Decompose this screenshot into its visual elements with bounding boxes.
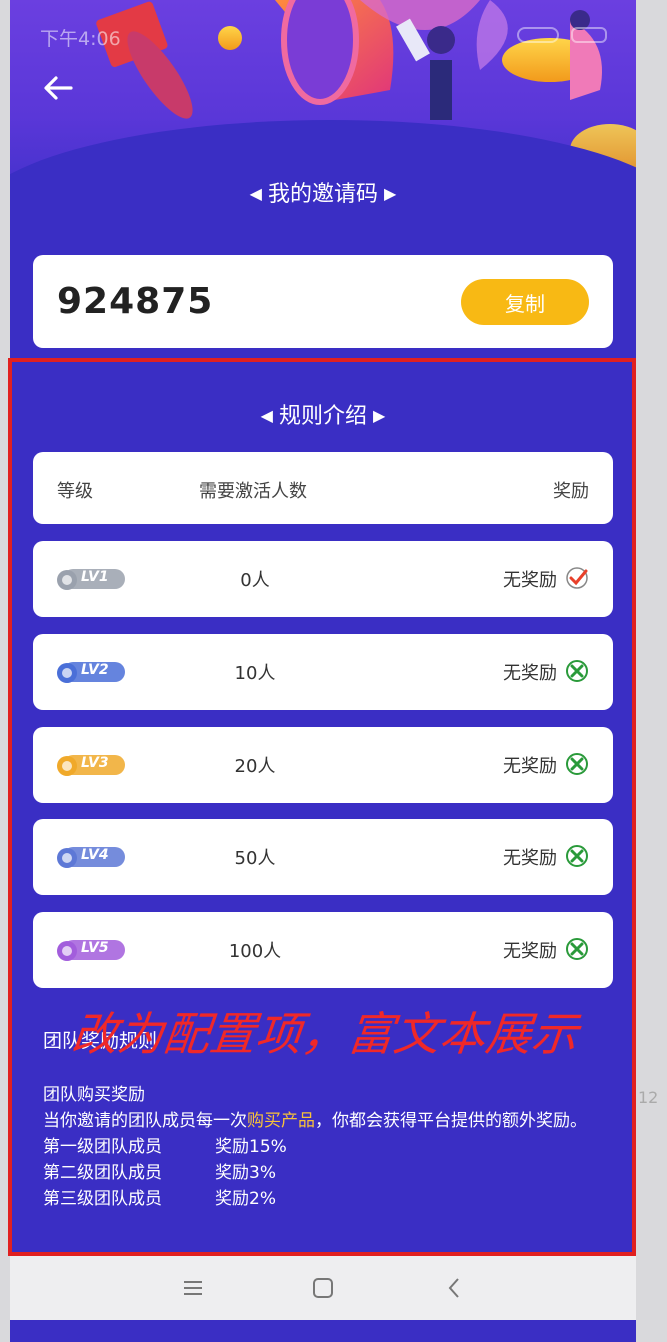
tier-name: 第三级团队成员 (43, 1189, 162, 1209)
status-time: 下午4:06 (40, 28, 121, 50)
square-icon (313, 1278, 333, 1298)
level-badge: LV2 (55, 658, 127, 686)
level-badge: LV5 (55, 936, 127, 964)
tier-row: 第三级团队成员 奖励2% (43, 1186, 628, 1212)
phone-screen: 下午4:06 ◀ 我的邀请码 ▶ 924875 复制 ◀ 规则介绍 ▶ 等级 需要激活人… (10, 0, 636, 1342)
desc-after: ，你都会获得平台提供的额外奖励。 (315, 1111, 587, 1131)
reward-text: 无奖励 (503, 756, 557, 777)
cross-icon (565, 752, 589, 776)
level-badge: LV4 (55, 843, 127, 871)
level-label: LV5 (81, 940, 109, 956)
reward-text: 无奖励 (503, 941, 557, 962)
tier-reward: 奖励3% (215, 1163, 276, 1183)
cross-icon (565, 844, 589, 868)
nav-home-button[interactable] (307, 1272, 339, 1304)
back-button[interactable] (36, 66, 80, 110)
level-row: LV3 20人 无奖励 (33, 727, 613, 803)
level-label: LV1 (81, 569, 109, 585)
required-count: 50人 (234, 848, 276, 869)
chevron-left-icon (448, 1278, 459, 1298)
rules-table-header: 等级 需要激活人数 奖励 (33, 452, 613, 524)
required-count: 20人 (234, 756, 276, 777)
triangle-left-icon: ◀ (249, 184, 262, 203)
system-nav-bar (10, 1256, 636, 1320)
level-label: LV3 (81, 755, 109, 771)
check-icon (565, 566, 589, 590)
hero-banner: 下午4:06 ◀ 我的邀请码 ▶ (10, 0, 636, 212)
rules-heading-text: 规则介绍 (278, 404, 367, 429)
level-badge: LV3 (55, 751, 127, 779)
reward-text: 无奖励 (503, 848, 557, 869)
triangle-right-icon: ▶ (384, 184, 397, 203)
team-reward-description: 当你邀请的团队成员每一次购买产品，你都会获得平台提供的额外奖励。 (43, 1108, 628, 1134)
column-reward: 奖励 (553, 481, 589, 502)
level-row: LV1 0人 无奖励 (33, 541, 613, 617)
tier-name: 第二级团队成员 (43, 1163, 162, 1183)
status-icons (517, 27, 607, 43)
reward-text: 无奖励 (503, 663, 557, 684)
level-badge: LV1 (55, 565, 127, 593)
required-count: 100人 (228, 941, 282, 962)
nav-back-button[interactable] (438, 1272, 470, 1304)
cross-icon (565, 937, 589, 961)
level-row: LV2 10人 无奖励 (33, 634, 613, 710)
desc-highlight: 购买产品 (247, 1111, 315, 1131)
desc-before: 当你邀请的团队成员每一次 (43, 1111, 247, 1131)
cross-icon (565, 659, 589, 683)
nav-menu-button[interactable] (177, 1272, 209, 1304)
tier-name: 第一级团队成员 (43, 1137, 162, 1157)
rules-heading: ◀ 规则介绍 ▶ (10, 398, 636, 430)
arrow-left-icon (44, 76, 73, 100)
column-level: 等级 (57, 481, 93, 502)
tier-row: 第二级团队成员 奖励3% (43, 1160, 628, 1186)
invite-code-card: 924875 复制 (33, 255, 613, 348)
level-row: LV5 100人 无奖励 (33, 912, 613, 988)
level-row: LV4 50人 无奖励 (33, 819, 613, 895)
copy-button[interactable]: 复制 (461, 279, 589, 325)
team-reward-rich-text: 团队购买奖励 当你邀请的团队成员每一次购买产品，你都会获得平台提供的额外奖励。 … (43, 1082, 628, 1212)
invite-code-value: 924875 (57, 281, 214, 322)
triangle-left-icon: ◀ (260, 406, 273, 425)
tier-reward: 奖励15% (215, 1137, 287, 1157)
menu-icon (184, 1281, 202, 1295)
team-reward-subtitle: 团队购买奖励 (43, 1085, 145, 1105)
invite-code-heading: ◀ 我的邀请码 ▶ (10, 176, 636, 208)
tier-row: 第一级团队成员 奖励15% (43, 1134, 628, 1160)
level-label: LV4 (81, 847, 109, 863)
required-count: 10人 (234, 663, 276, 684)
level-label: LV2 (81, 662, 109, 678)
side-fragment-text: 12 (638, 1088, 659, 1107)
annotation-note: 改为配置项，富文本展示 (68, 1007, 581, 1061)
required-count: 0人 (240, 570, 270, 591)
column-required-count: 需要激活人数 (199, 481, 307, 502)
triangle-right-icon: ▶ (373, 406, 386, 425)
invite-code-heading-text: 我的邀请码 (267, 182, 378, 207)
reward-text: 无奖励 (503, 570, 557, 591)
tier-reward: 奖励2% (215, 1189, 276, 1209)
